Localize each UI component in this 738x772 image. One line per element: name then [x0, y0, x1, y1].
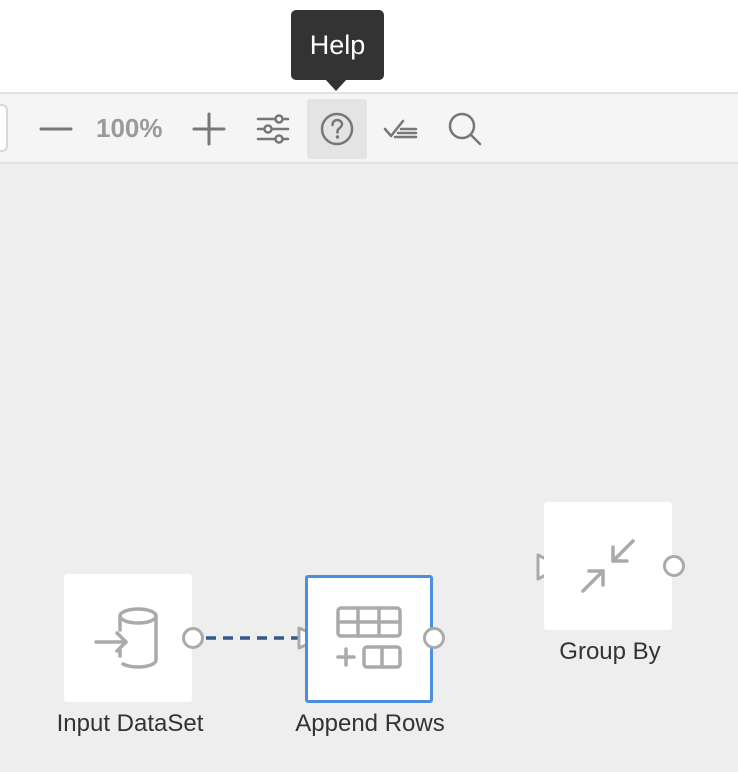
append-rows-icon: [336, 606, 402, 669]
minus-icon: [39, 127, 73, 131]
zoom-level-readout: 100%: [96, 113, 163, 143]
node-group-by[interactable]: [544, 502, 672, 630]
canvas-toolbar: 100%: [0, 92, 738, 164]
node-label-group-by: Group By: [559, 638, 661, 665]
settings-button[interactable]: [243, 99, 303, 159]
help-button[interactable]: [307, 99, 367, 159]
output-port-group-by[interactable]: [663, 555, 685, 577]
node-append-rows[interactable]: [305, 575, 433, 703]
help-circle-icon: [320, 112, 354, 146]
database-input-icon: [94, 607, 158, 669]
node-input-dataset[interactable]: [64, 574, 192, 702]
help-tooltip: Help: [291, 10, 384, 80]
sliders-icon: [256, 114, 290, 144]
tooltip-arrow: [325, 79, 347, 91]
etl-canvas-screen: Help 100% Input DataSet Append Rows Grou…: [0, 0, 738, 772]
output-port-input-dataset[interactable]: [182, 627, 204, 649]
output-port-append-rows[interactable]: [423, 627, 445, 649]
group-by-icon: [581, 539, 635, 593]
node-label-append-rows: Append Rows: [295, 710, 445, 737]
search-button[interactable]: [435, 99, 495, 159]
node-label-input-dataset: Input DataSet: [56, 710, 204, 737]
check-list-icon: [383, 119, 418, 139]
zoom-out-button[interactable]: [26, 99, 86, 159]
toolbar-search-field[interactable]: [0, 104, 8, 152]
search-icon: [448, 112, 482, 146]
validate-button[interactable]: [371, 99, 431, 159]
plus-icon: [192, 112, 226, 146]
zoom-in-button[interactable]: [179, 99, 239, 159]
